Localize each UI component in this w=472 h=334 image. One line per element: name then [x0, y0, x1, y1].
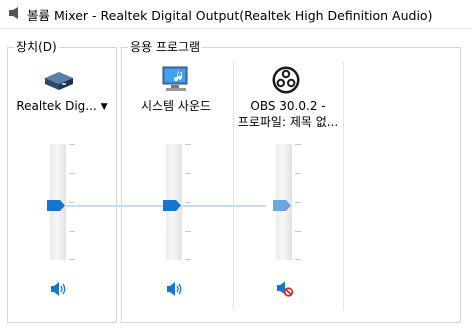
- app-name-obs-line2: 프로파일: 제목 없...: [237, 115, 339, 129]
- app-name-obs-line1: OBS 30.0.2 -: [250, 99, 326, 113]
- chevron-down-icon: ▼: [100, 101, 108, 112]
- app-name-system-sounds: 시스템 사운드: [140, 99, 212, 113]
- device-name: Realtek Dig...: [16, 99, 97, 113]
- slider-ticks: [185, 144, 191, 260]
- system-sounds-mute-button[interactable]: [166, 281, 184, 297]
- system-sounds-volume-thumb[interactable]: [163, 200, 181, 211]
- column-separator: [233, 62, 234, 310]
- system-sounds-icon: [162, 66, 188, 91]
- obs-muted-speaker-button[interactable]: [276, 281, 294, 297]
- obs-icon: [272, 66, 300, 94]
- slider-ticks: [295, 144, 301, 260]
- digital-output-device-icon: [45, 72, 73, 90]
- apps-group-label: 응용 프로그램: [128, 40, 203, 54]
- device-group-label: 장치(D): [14, 40, 59, 54]
- window-title: 볼륨 Mixer - Realtek Digital Output(Realte…: [27, 8, 433, 23]
- slider-ticks: [69, 144, 75, 260]
- device-mute-button[interactable]: [50, 281, 68, 297]
- device-volume-thumb[interactable]: [47, 200, 65, 211]
- device-selector[interactable]: Realtek Dig... ▼: [12, 98, 112, 115]
- obs-volume-thumb[interactable]: [273, 200, 291, 211]
- column-separator: [343, 62, 344, 310]
- speaker-icon: [9, 7, 18, 19]
- title-bar: 볼륨 Mixer - Realtek Digital Output(Realte…: [0, 0, 472, 28]
